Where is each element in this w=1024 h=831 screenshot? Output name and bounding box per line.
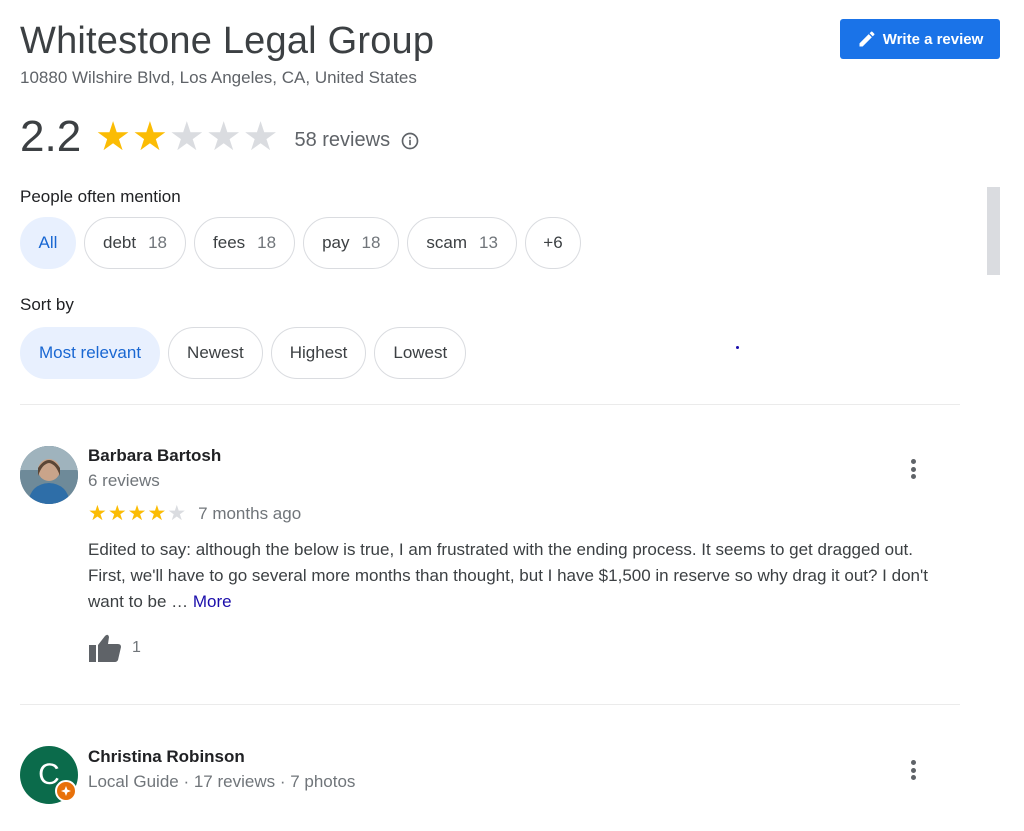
sort-option-label: Highest (289, 343, 348, 362)
write-review-label: Write a review (882, 30, 984, 48)
write-review-button[interactable]: Write a review (840, 19, 1000, 59)
sort-newest[interactable]: Newest (168, 327, 263, 379)
chip-label: pay (322, 233, 350, 252)
mentions-label: People often mention (20, 187, 181, 206)
sort-lowest[interactable]: Lowest (374, 327, 467, 379)
reviewer-name[interactable]: Christina Robinson (88, 747, 245, 767)
chip-scam[interactable]: scam 13 (407, 217, 517, 269)
avatar-photo-icon (20, 446, 78, 504)
star-filled-icon: ★ (95, 115, 132, 159)
chip-fees[interactable]: fees 18 (194, 217, 296, 269)
chip-label: +6 (543, 233, 563, 252)
rating-summary: 2.2 ★ ★ ★ ★ ★ 58 reviews (20, 112, 420, 162)
chip-count: 13 (479, 233, 498, 252)
star-empty-icon: ★ (205, 115, 242, 159)
sort-option-label: Newest (187, 343, 244, 362)
review-stars: ★ ★ ★ ★ ★ (88, 503, 186, 524)
divider (20, 704, 960, 705)
sort-highest[interactable]: Highest (270, 327, 367, 379)
info-icon[interactable] (400, 131, 420, 151)
place-title: Whitestone Legal Group (20, 20, 435, 62)
chip-count: 18 (257, 233, 277, 252)
pencil-icon (859, 31, 875, 47)
chip-count: 18 (361, 233, 381, 252)
chip-label: fees (213, 233, 246, 252)
star-empty-icon: ★ (167, 502, 187, 525)
thumbs-up-icon[interactable] (88, 633, 122, 663)
sort-option-label: Lowest (393, 343, 448, 362)
local-guide-badge-icon (55, 780, 77, 802)
sort-options: Most relevant Newest Highest Lowest (20, 327, 467, 379)
review-text: Edited to say: although the below is tru… (88, 537, 948, 615)
stray-dot (736, 346, 739, 349)
scrollbar-thumb[interactable] (987, 187, 1000, 275)
rating-value: 2.2 (20, 112, 82, 161)
more-options-icon[interactable] (903, 457, 923, 481)
star-filled-icon: ★ (107, 502, 127, 525)
like-row: 1 (88, 633, 141, 663)
like-count: 1 (132, 639, 141, 656)
star-filled-icon: ★ (132, 115, 168, 159)
reviewer-meta: 6 reviews (88, 471, 160, 490)
reviewer-meta: Local Guide · 17 reviews · 7 photos (88, 772, 356, 791)
chip-debt[interactable]: debt 18 (84, 217, 187, 269)
star-filled-icon: ★ (88, 502, 107, 525)
chip-more[interactable]: +6 (524, 217, 581, 269)
sort-option-label: Most relevant (39, 343, 142, 362)
rating-stars: ★ ★ ★ ★ ★ (95, 117, 278, 157)
chip-count: 18 (148, 233, 168, 252)
chip-all[interactable]: All (20, 217, 76, 269)
reviews-panel: Whitestone Legal Group 10880 Wilshire Bl… (0, 0, 1024, 831)
sort-label: Sort by (20, 295, 74, 314)
divider (20, 404, 960, 405)
chip-label: All (38, 233, 58, 252)
more-link[interactable]: More (193, 592, 232, 611)
avatar[interactable] (20, 446, 78, 504)
chip-label: scam (426, 233, 468, 252)
reviewer-name[interactable]: Barbara Bartosh (88, 446, 221, 466)
sort-most-relevant[interactable]: Most relevant (20, 327, 161, 379)
review-count[interactable]: 58 reviews (294, 129, 390, 152)
star-filled-icon: ★ (147, 502, 167, 525)
review-date: 7 months ago (198, 503, 302, 523)
star-empty-icon: ★ (168, 115, 205, 159)
chip-pay[interactable]: pay 18 (303, 217, 400, 269)
chip-label: debt (103, 233, 137, 252)
star-empty-icon: ★ (242, 115, 279, 159)
review-rating: ★ ★ ★ ★ ★ 7 months ago (88, 503, 301, 524)
more-options-icon[interactable] (903, 758, 923, 782)
mentions-chips: All debt 18 fees 18 pay 18 scam 13 +6 (20, 217, 581, 269)
star-filled-icon: ★ (127, 502, 147, 525)
place-address: 10880 Wilshire Blvd, Los Angeles, CA, Un… (20, 68, 417, 87)
